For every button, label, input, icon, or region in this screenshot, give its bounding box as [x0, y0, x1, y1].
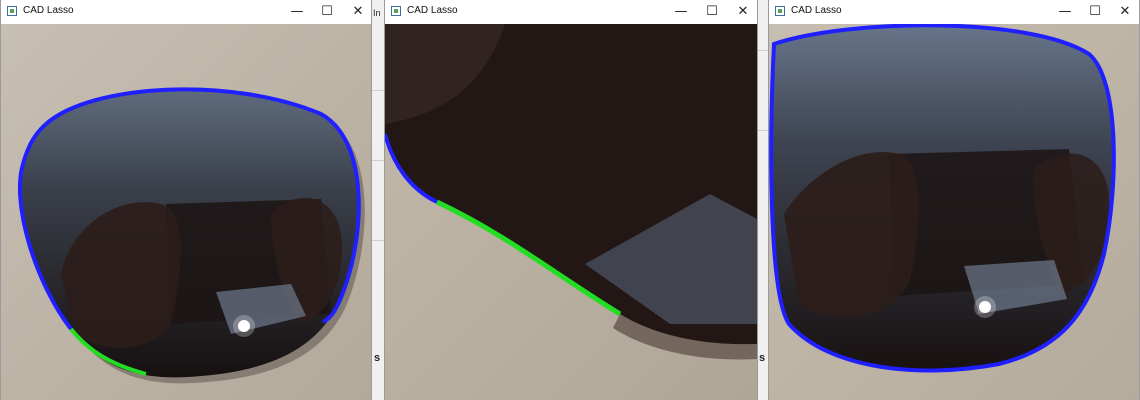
app-icon — [775, 6, 785, 16]
image-canvas[interactable] — [769, 24, 1139, 400]
maximize-button[interactable]: ☐ — [313, 0, 341, 24]
close-button[interactable]: ✕ — [1111, 0, 1139, 24]
lens-image-zoomed — [385, 24, 757, 400]
title-bar[interactable]: CAD Lasso — ☐ ✕ — [385, 0, 757, 24]
minimize-button[interactable]: — — [1051, 0, 1079, 24]
image-canvas[interactable] — [1, 24, 371, 400]
light-glow — [974, 296, 996, 318]
light-glow — [233, 315, 255, 337]
window-title: CAD Lasso — [791, 5, 842, 16]
title-bar[interactable]: CAD Lasso — ☐ ✕ — [1, 0, 371, 24]
minimize-button[interactable]: — — [283, 0, 311, 24]
minimize-button[interactable]: — — [667, 0, 695, 24]
app-icon — [7, 6, 17, 16]
lens-image — [769, 24, 1139, 400]
cad-lasso-window-3[interactable]: CAD Lasso — ☐ ✕ — [768, 0, 1140, 400]
divider — [371, 90, 385, 91]
maximize-button[interactable]: ☐ — [1081, 0, 1109, 24]
close-button[interactable]: ✕ — [344, 0, 372, 24]
background-app-strip: In s — [371, 0, 385, 400]
cad-lasso-window-2[interactable]: CAD Lasso — ☐ ✕ — [384, 0, 758, 400]
title-bar[interactable]: CAD Lasso — ☐ ✕ — [769, 0, 1139, 24]
image-canvas[interactable] — [385, 24, 757, 400]
maximize-button[interactable]: ☐ — [698, 0, 726, 24]
divider — [371, 160, 385, 161]
lens-image — [1, 24, 371, 400]
app-icon — [391, 6, 401, 16]
window-title: CAD Lasso — [23, 5, 74, 16]
background-letter-bottom: s — [374, 352, 381, 364]
background-letter-bottom: s — [759, 352, 766, 364]
background-letter-top: In — [373, 8, 381, 18]
window-title: CAD Lasso — [407, 5, 458, 16]
cad-lasso-window-1[interactable]: CAD Lasso — ☐ ✕ — [0, 0, 372, 400]
divider — [371, 240, 385, 241]
close-button[interactable]: ✕ — [729, 0, 757, 24]
